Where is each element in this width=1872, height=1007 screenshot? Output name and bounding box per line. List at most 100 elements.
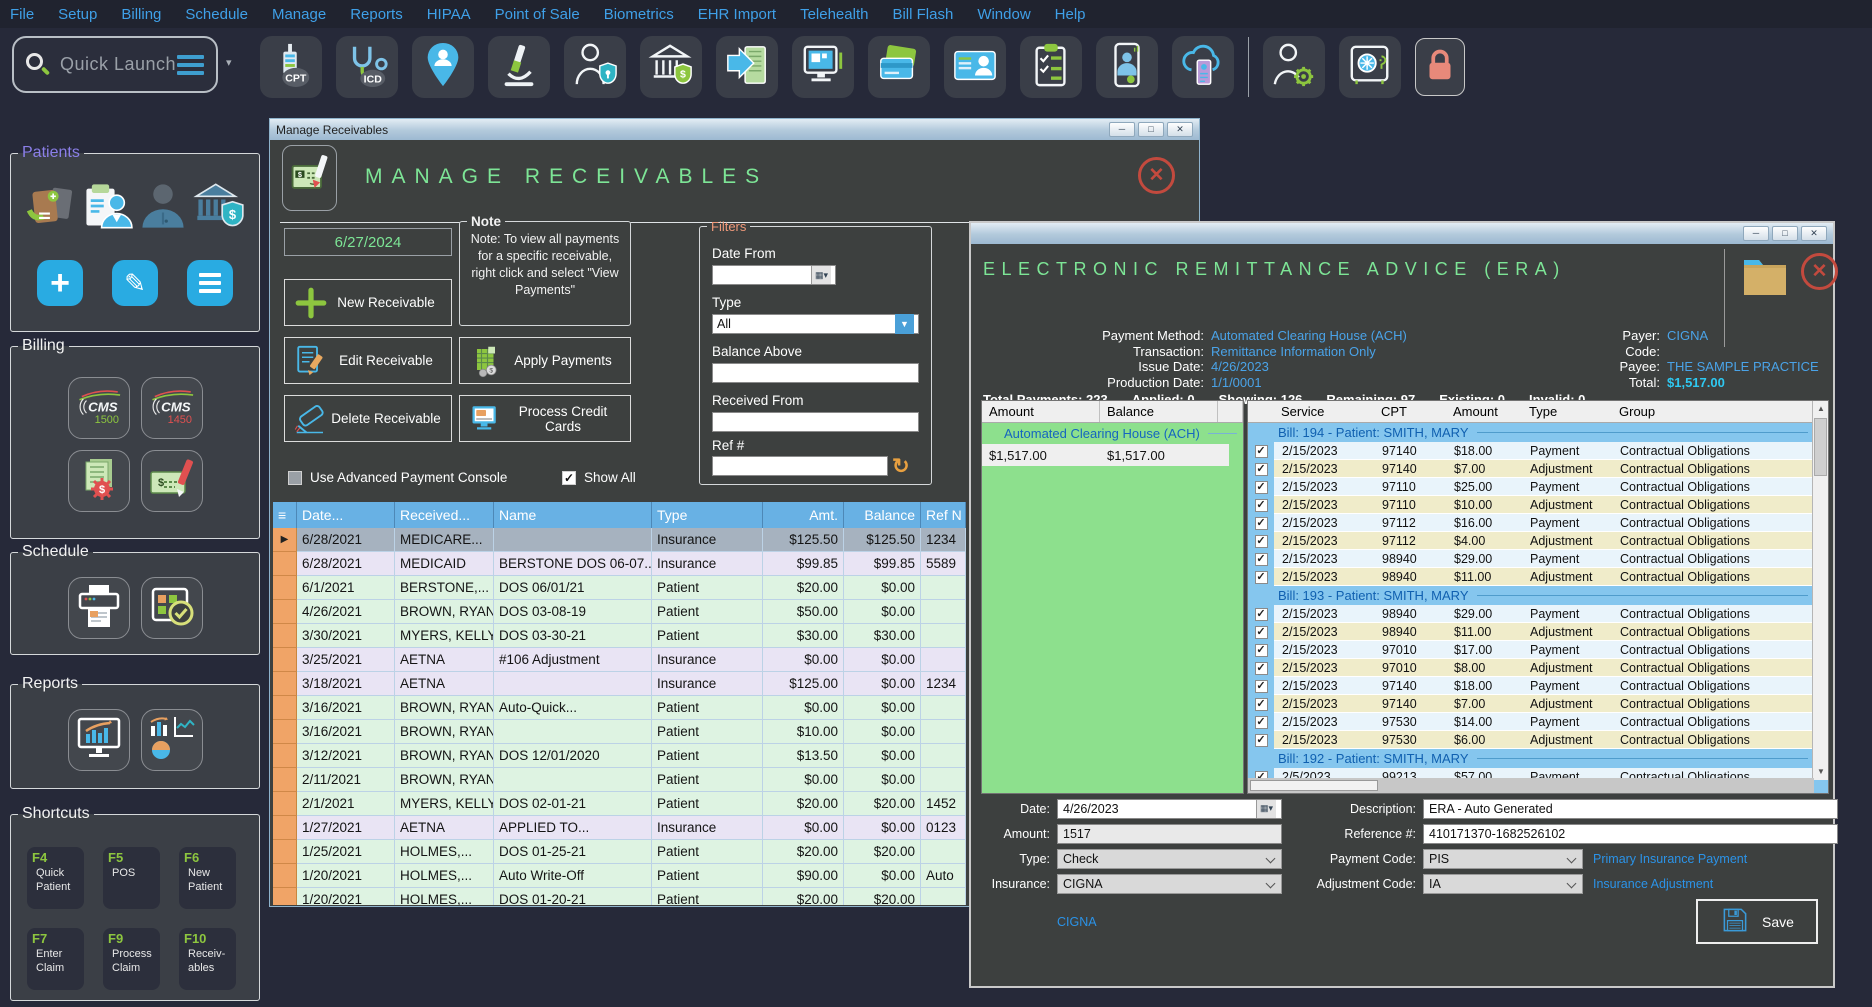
menu-item-file[interactable]: File [10, 6, 34, 23]
service-checkbox[interactable]: ✓ [1248, 623, 1274, 641]
menu-item-ehr-import[interactable]: EHR Import [698, 6, 776, 23]
service-row[interactable]: ✓2/15/202398940$11.00AdjustmentContractu… [1248, 623, 1814, 641]
receivable-row[interactable]: 2/11/2021BROWN, RYANPatient$0.00$0.00 [273, 768, 966, 792]
received-from-input[interactable] [712, 412, 919, 432]
credit-cards-button[interactable] [868, 36, 930, 98]
shortcut-f7[interactable]: F7Enter Claim [27, 928, 84, 990]
save-button[interactable]: Save [1696, 899, 1818, 944]
column-header[interactable]: Type [1522, 404, 1612, 419]
patient-cards-icon[interactable] [25, 180, 77, 232]
service-checkbox[interactable]: ✓ [1248, 514, 1274, 532]
service-checkbox[interactable]: ✓ [1248, 442, 1274, 460]
payment-row[interactable]: $1,517.00$1,517.00 [982, 444, 1229, 466]
row-handle[interactable] [273, 696, 297, 720]
column-header[interactable]: Type [652, 502, 763, 528]
edit-patient-button[interactable]: ✎ [112, 260, 158, 306]
menu-item-schedule[interactable]: Schedule [185, 6, 248, 23]
service-checkbox[interactable]: ✓ [1248, 550, 1274, 568]
receivable-row[interactable]: ▶6/28/2021MEDICARE...Insurance$125.50$12… [273, 528, 966, 552]
shortcut-f6[interactable]: F6New Patient [179, 847, 236, 909]
receivables-close-icon[interactable]: ✕ [1138, 157, 1175, 194]
receivable-row[interactable]: 3/12/2021BROWN, RYANDOS 12/01/2020Patien… [273, 744, 966, 768]
minimize-button[interactable]: ─ [1743, 226, 1769, 241]
maximize-button[interactable]: □ [1772, 226, 1798, 241]
row-handle[interactable] [273, 672, 297, 696]
service-checkbox[interactable]: ✓ [1248, 641, 1274, 659]
service-checkbox[interactable]: ✓ [1248, 478, 1274, 496]
type-select[interactable]: Check [1057, 849, 1282, 869]
column-header[interactable]: Amt. [763, 502, 844, 528]
service-checkbox[interactable]: ✓ [1248, 496, 1274, 514]
chevron-down-icon[interactable]: ▼ [895, 314, 914, 334]
patient-chart-icon[interactable] [81, 180, 133, 232]
ref-number-input[interactable] [712, 456, 888, 476]
report-monitor-button[interactable] [68, 709, 130, 771]
service-checkbox[interactable]: ✓ [1248, 532, 1274, 550]
menu-item-bill-flash[interactable]: Bill Flash [892, 6, 953, 23]
service-row[interactable]: ✓2/15/202397112$4.00AdjustmentContractua… [1248, 532, 1814, 550]
amount-input[interactable]: 1517 [1057, 824, 1282, 844]
service-row[interactable]: ✓2/15/202398940$29.00PaymentContractual … [1248, 605, 1814, 623]
delete-receivable-button[interactable]: Delete Receivable [284, 395, 452, 442]
row-handle[interactable] [273, 744, 297, 768]
menu-item-manage[interactable]: Manage [272, 6, 326, 23]
hamburger-icon[interactable] [177, 55, 204, 75]
scrollbar-thumb[interactable] [1814, 418, 1827, 476]
row-handle[interactable] [273, 840, 297, 864]
process-credit-cards-button[interactable]: Process Credit Cards [459, 395, 631, 442]
open-folder-icon[interactable] [1741, 253, 1789, 297]
service-row[interactable]: ✓2/15/202397010$17.00PaymentContractual … [1248, 641, 1814, 659]
telehealth-button[interactable] [1096, 36, 1158, 98]
receivable-row[interactable]: 2/1/2021MYERS, KELLYDOS 02-01-21Patient$… [273, 792, 966, 816]
receivable-row[interactable]: 6/28/2021MEDICAIDBERSTONE DOS 06-07...In… [273, 552, 966, 576]
bill-flash-button[interactable] [1172, 36, 1234, 98]
menu-item-hipaa[interactable]: HIPAA [427, 6, 471, 23]
report-charts-button[interactable] [141, 709, 203, 771]
lock-button[interactable] [1415, 38, 1465, 96]
column-header[interactable]: CPT [1374, 404, 1446, 419]
lab-tests-button[interactable] [488, 36, 550, 98]
receivable-row[interactable]: 3/16/2021BROWN, RYANAuto-Quick...Patient… [273, 696, 966, 720]
show-all-checkbox[interactable]: ✓ [562, 471, 576, 485]
description-input[interactable]: ERA - Auto Generated [1423, 799, 1838, 819]
menu-item-telehealth[interactable]: Telehealth [800, 6, 868, 23]
icd-codes-button[interactable]: ICD [336, 36, 398, 98]
receivables-titlebar[interactable]: Manage Receivables ─ □ ✕ [270, 119, 1199, 140]
receivable-row[interactable]: 4/26/2021BROWN, RYANDOS 03-08-19Patient$… [273, 600, 966, 624]
service-checkbox[interactable]: ✓ [1248, 713, 1274, 731]
print-schedule-button[interactable] [68, 577, 130, 639]
task-list-button[interactable] [1020, 36, 1082, 98]
patient-list-button[interactable] [187, 260, 233, 306]
insurance-select[interactable]: CIGNA [1057, 874, 1282, 894]
column-header[interactable]: Group [1612, 404, 1814, 419]
era-titlebar[interactable]: ─ □ ✕ [971, 223, 1833, 244]
show-all-option[interactable]: ✓ Show All [562, 470, 636, 485]
row-handle[interactable]: ▶ [273, 528, 297, 552]
shortcut-f9[interactable]: F9Process Claim [103, 928, 160, 990]
cpt-codes-button[interactable]: CPT [260, 36, 322, 98]
close-button[interactable]: ✕ [1167, 122, 1193, 137]
menu-item-help[interactable]: Help [1055, 6, 1086, 23]
maximize-button[interactable]: □ [1138, 122, 1164, 137]
scroll-down-icon[interactable]: ▼ [1813, 764, 1829, 780]
receivable-row[interactable]: 3/30/2021MYERS, KELLYDOS 03-30-21Patient… [273, 624, 966, 648]
claim-import-button[interactable] [716, 36, 778, 98]
menu-item-window[interactable]: Window [977, 6, 1030, 23]
service-checkbox[interactable]: ✓ [1248, 695, 1274, 713]
service-row[interactable]: ✓2/15/202397140$18.00PaymentContractual … [1248, 442, 1814, 460]
type-select[interactable]: All ▼ [712, 314, 919, 334]
statement-processing-button[interactable]: $ [68, 450, 130, 512]
receivable-row[interactable]: 3/25/2021AETNA#106 AdjustmentInsurance$0… [273, 648, 966, 672]
current-date-field[interactable]: 6/27/2024 [284, 228, 452, 256]
horizontal-scrollbar[interactable] [1248, 778, 1814, 793]
era-close-icon[interactable]: ✕ [1801, 253, 1838, 290]
user-settings-button[interactable] [1263, 36, 1325, 98]
column-header[interactable]: Amount [982, 401, 1100, 422]
row-handle[interactable] [273, 624, 297, 648]
receivable-row[interactable]: 3/18/2021AETNAInsurance$125.00$0.001234 [273, 672, 966, 696]
row-handle[interactable] [273, 888, 297, 905]
service-row[interactable]: ✓2/15/202397140$18.00PaymentContractual … [1248, 677, 1814, 695]
close-button[interactable]: ✕ [1801, 226, 1827, 241]
calendar-icon[interactable]: ▦▾ [811, 266, 831, 284]
payment-code-select[interactable]: PIS [1423, 849, 1583, 869]
